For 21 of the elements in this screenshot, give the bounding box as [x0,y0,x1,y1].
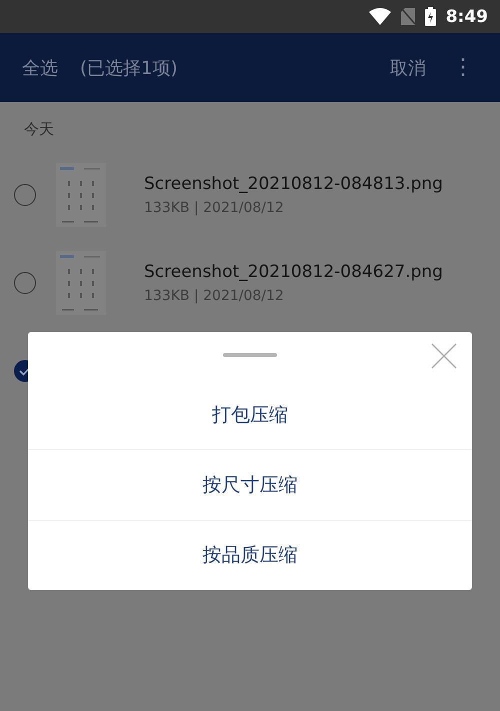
cancel-button[interactable]: 取消 [390,56,426,80]
menu-option[interactable]: 按尺寸压缩 [28,450,472,521]
close-icon[interactable] [430,342,458,370]
check-icon [19,366,31,376]
file-name: Screenshot_20210812-084813.png [144,174,443,194]
wifi-icon [368,8,391,25]
no-sim-icon [400,8,415,25]
select-all-button[interactable]: 全选 [22,56,58,80]
menu-option[interactable]: 打包压缩 [28,380,472,450]
drag-handle[interactable] [223,353,277,357]
section-header: 今天 [23,119,55,140]
checkbox[interactable] [14,272,36,294]
file-name: Screenshot_20210812-084627.png [144,262,443,282]
menu-option[interactable]: 按品质压缩 [28,520,472,590]
more-button[interactable]: ⋮ [448,55,478,80]
battery-icon [424,7,436,26]
checkbox[interactable] [14,184,36,206]
selection-count: (已选择1项) [80,56,178,80]
file-meta: 133KB | 2021/08/12 [144,200,285,216]
file-meta: 133KB | 2021/08/12 [144,288,285,304]
clock: 8:49 [446,6,488,26]
